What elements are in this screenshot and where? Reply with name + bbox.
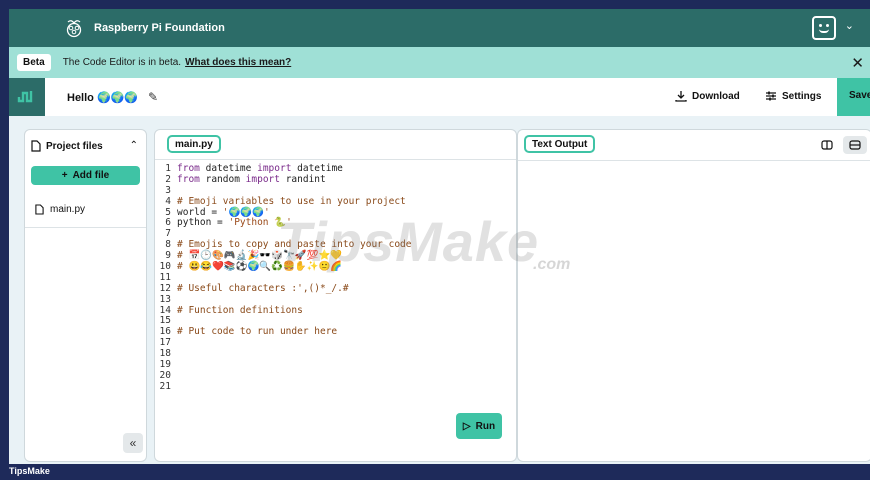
code-token: # Emoji variables to use in your project (177, 195, 406, 207)
file-icon (35, 204, 44, 215)
split-vertical-icon (821, 140, 833, 150)
collapse-sidebar-button[interactable]: « (123, 433, 143, 453)
avatar-mouth-icon (819, 29, 829, 33)
code-editor-panel: main.py 1 from datetime import datetime 2 f… (154, 129, 517, 462)
account-avatar-button[interactable] (812, 16, 836, 40)
save-label: Save (849, 90, 870, 101)
avatar-eye-icon (826, 24, 829, 27)
file-list-item[interactable]: main.py (35, 204, 85, 215)
download-label: Download (692, 90, 740, 102)
code-line[interactable]: 19 (155, 359, 516, 371)
sidebar-title: Project files (46, 140, 103, 152)
add-file-label: Add file (72, 170, 110, 181)
editor-logo-icon[interactable] (9, 78, 45, 116)
output-tab-label: Text Output (532, 138, 588, 150)
split-vertical-button[interactable] (815, 136, 839, 154)
settings-label: Settings (782, 90, 822, 102)
code-line[interactable]: 13 (155, 293, 516, 306)
code-token: python = (177, 217, 229, 229)
code-token: import (245, 173, 280, 185)
code-token: from (177, 173, 200, 185)
line-number: 4 (165, 195, 171, 207)
sidebar-header: Project files (31, 140, 103, 152)
tab-main-py[interactable]: main.py (167, 135, 221, 153)
plus-icon: + (61, 170, 68, 181)
code-line[interactable]: 16 # Put code to run under here (155, 326, 516, 338)
code-line[interactable]: 17 (155, 337, 516, 349)
watermark: TipsMake (277, 210, 540, 273)
beta-banner: Beta The Code Editor is in beta. What do… (9, 47, 870, 78)
chevron-up-icon[interactable]: ⌃ (130, 140, 138, 151)
add-file-button[interactable]: + Add file (31, 166, 140, 185)
divider (25, 227, 146, 228)
code-line[interactable]: 4 # Emoji variables to use in your projec… (155, 195, 516, 208)
beta-badge: Beta (17, 54, 51, 71)
code-token: # Function definitions (177, 304, 303, 316)
code-line[interactable]: 12 # Useful characters :',()*_/.# (155, 282, 516, 295)
double-chevron-left-icon: « (129, 436, 137, 450)
sliders-icon (766, 91, 776, 101)
split-horizontal-icon (849, 140, 861, 150)
tab-label: main.py (175, 138, 213, 150)
code-line[interactable]: 20 (155, 370, 516, 382)
play-icon: ▷ (462, 420, 471, 432)
code-token: # Put code to run under here (177, 326, 338, 338)
code-token: # Useful characters :',()*_/.# (177, 282, 349, 294)
code-line[interactable]: 21 (155, 380, 516, 393)
raspberry-pi-logo-icon[interactable] (63, 17, 85, 39)
settings-button[interactable]: Settings (765, 90, 821, 102)
code-token: randint (279, 173, 326, 185)
split-horizontal-button[interactable] (843, 136, 867, 154)
close-icon[interactable]: ✕ (851, 54, 864, 72)
top-navigation-bar: Raspberry Pi Foundation ⌄ (9, 9, 870, 47)
project-files-sidebar: Project files ⌃ + Add file main.py « (24, 129, 147, 462)
download-button[interactable]: Download (675, 90, 740, 102)
watermark-suffix: .com (533, 256, 571, 273)
save-button[interactable]: Save (837, 78, 870, 116)
chevron-down-icon[interactable]: ⌄ (845, 19, 854, 32)
divider (518, 160, 870, 161)
code-line[interactable]: 2 from random import randint (155, 173, 516, 186)
beta-message: The Code Editor is in beta. (62, 57, 182, 68)
line-number: 13 (159, 293, 171, 305)
run-button[interactable]: ▷ Run (456, 413, 502, 439)
code-area[interactable]: 1 from datetime import datetime 2 from rand… (155, 163, 516, 393)
editor-tab-strip: main.py (155, 130, 516, 160)
organization-title: Raspberry Pi Foundation (94, 22, 225, 34)
download-icon (675, 91, 687, 102)
code-line[interactable]: 14 # Function definitions (155, 304, 516, 317)
project-name: Hello 🌍🌍🌍 (67, 91, 139, 104)
line-number: 21 (159, 380, 171, 392)
beta-info-link[interactable]: What does this mean? (185, 57, 291, 68)
file-icon (31, 140, 41, 152)
avatar-eye-icon (819, 24, 822, 27)
text-output-panel: Text Output (517, 129, 870, 462)
code-editor-window: Raspberry Pi Foundation ⌄ Beta The Code … (9, 9, 870, 464)
run-label: Run (475, 420, 496, 432)
code-token: random (199, 173, 246, 185)
code-line[interactable]: 18 (155, 348, 516, 360)
footer-brand: TipsMake (9, 466, 50, 476)
project-bar: Hello 🌍🌍🌍 ✎ Download Settings Save (9, 78, 870, 116)
pencil-icon[interactable]: ✎ (148, 90, 158, 104)
tab-text-output[interactable]: Text Output (524, 135, 596, 153)
file-name: main.py (50, 204, 86, 215)
